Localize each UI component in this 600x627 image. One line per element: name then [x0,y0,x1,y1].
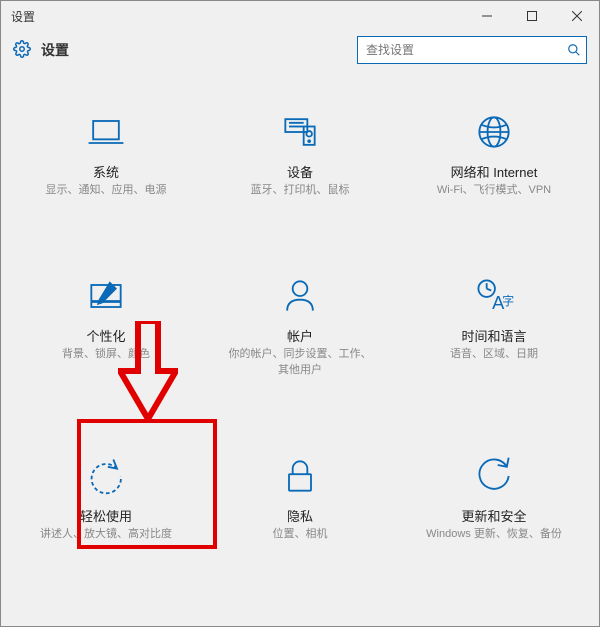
gear-icon [13,40,41,61]
tile-desc: Wi-Fi、飞行模式、VPN [437,183,551,198]
tile-privacy[interactable]: 隐私 位置、相机 [203,446,397,550]
tile-personalization[interactable]: 个性化 背景、锁屏、颜色 [9,266,203,386]
personalization-icon [84,274,128,318]
tile-title: 设备 [287,162,313,181]
search-input[interactable] [357,36,587,64]
tile-time-language[interactable]: A字 时间和语言 语音、区域、日期 [397,266,591,386]
laptop-icon [84,110,128,154]
tile-title: 时间和语言 [461,326,526,345]
person-icon [278,274,322,318]
minimize-button[interactable] [464,1,509,31]
tile-desc: Windows 更新、恢复、备份 [426,527,562,542]
settings-grid: 系统 显示、通知、应用、电源 设备 蓝牙、打印机、鼠标 网络和 Internet… [1,72,599,551]
tile-desc: 讲述人、放大镜、高对比度 [40,527,172,542]
tile-desc: 你的帐户、同步设置、工作、其他用户 [225,347,375,378]
close-button[interactable] [554,1,599,31]
tile-title: 网络和 Internet [451,162,538,181]
tile-ease-of-access[interactable]: 轻松使用 讲述人、放大镜、高对比度 [9,446,203,550]
time-language-icon: A字 [472,274,516,318]
globe-icon [472,110,516,154]
tile-accounts[interactable]: 帐户 你的帐户、同步设置、工作、其他用户 [203,266,397,386]
page-title: 设置 [41,40,69,60]
tile-desc: 语音、区域、日期 [450,347,538,362]
devices-icon [278,110,322,154]
maximize-button[interactable] [509,1,554,31]
tile-update-security[interactable]: 更新和安全 Windows 更新、恢复、备份 [397,446,591,550]
window-controls [464,1,599,31]
titlebar: 设置 [1,1,599,31]
svg-text:字: 字 [502,295,514,309]
update-icon [472,454,516,498]
header: 设置 [1,31,599,72]
lock-icon [278,454,322,498]
tile-desc: 背景、锁屏、颜色 [62,347,150,362]
tile-network[interactable]: 网络和 Internet Wi-Fi、飞行模式、VPN [397,102,591,206]
tile-title: 更新和安全 [461,506,526,525]
ease-of-access-icon [84,454,128,498]
tile-devices[interactable]: 设备 蓝牙、打印机、鼠标 [203,102,397,206]
tile-title: 个性化 [86,326,125,345]
tile-desc: 蓝牙、打印机、鼠标 [251,183,350,198]
search-wrap [357,36,587,64]
tile-title: 轻松使用 [80,506,132,525]
tile-title: 帐户 [287,326,313,345]
tile-desc: 显示、通知、应用、电源 [46,183,167,198]
tile-desc: 位置、相机 [273,527,328,542]
tile-title: 系统 [93,162,119,181]
tile-system[interactable]: 系统 显示、通知、应用、电源 [9,102,203,206]
tile-title: 隐私 [287,506,313,525]
window-title: 设置 [11,8,464,25]
